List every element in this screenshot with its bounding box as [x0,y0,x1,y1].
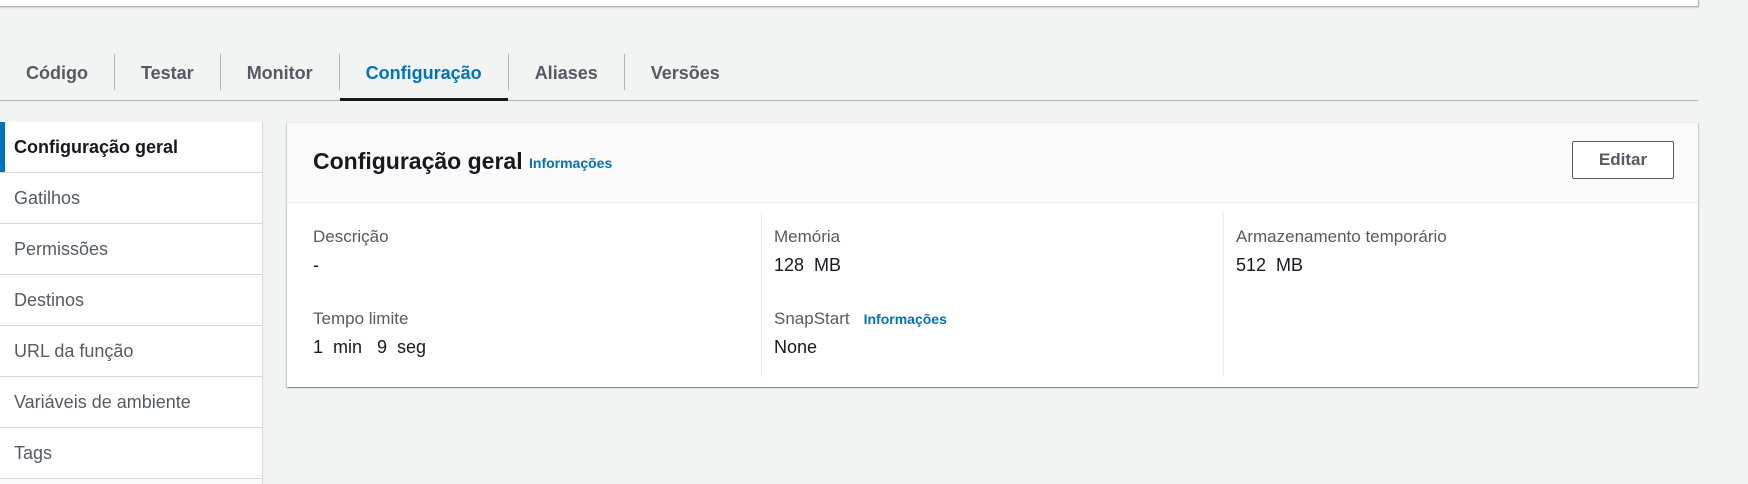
tab-bar: Código Testar Monitor Configuração Alias… [0,46,1698,101]
tab-monitor[interactable]: Monitor [221,46,339,100]
lambda-configuration-page: Código Testar Monitor Configuração Alias… [0,0,1748,484]
sidenav-item-tags[interactable]: Tags [0,428,262,479]
tab-aliases[interactable]: Aliases [509,46,624,100]
card-body: Descrição - Tempo limite 1 min 9 seg Mem… [287,203,1698,387]
description-field: Descrição - [313,227,389,276]
description-label: Descrição [313,227,389,246]
tab-versions[interactable]: Versões [625,46,746,100]
tab-code[interactable]: Código [0,46,114,100]
memory-label: Memória [774,227,841,246]
column-2: Memória 128 MB SnapStart Informações Non… [761,211,1208,377]
card-info-link[interactable]: Informações [529,155,612,171]
ephemeral-storage-label: Armazenamento temporário [1236,227,1447,246]
snapstart-value: None [774,337,818,357]
column-1: Descrição - Tempo limite 1 min 9 seg [313,211,747,377]
sidenav-item-general-configuration[interactable]: Configuração geral [0,122,262,173]
general-configuration-card: Configuração geral Informações Editar De… [287,122,1698,387]
snapstart-info-link[interactable]: Informações [864,311,947,327]
card-title: Configuração geral [313,148,523,174]
timeout-field: Tempo limite 1 min 9 seg [313,309,426,358]
sidenav-item-destinations[interactable]: Destinos [0,275,262,326]
sidenav-item-function-url[interactable]: URL da função [0,326,262,377]
snapstart-field: SnapStart Informações None [774,309,947,358]
edit-button[interactable]: Editar [1572,141,1674,179]
ephemeral-storage-value: 512 MB [1236,255,1304,275]
sidenav-item-triggers[interactable]: Gatilhos [0,173,262,224]
timeout-label: Tempo limite [313,309,409,328]
timeout-value: 1 min 9 seg [313,337,427,357]
snapstart-label-row: SnapStart Informações [774,309,947,329]
config-side-navigation: Configuração geral Gatilhos Permissões D… [0,122,263,484]
column-3: Armazenamento temporário 512 MB [1223,211,1670,377]
description-value: - [313,255,319,275]
memory-value: 128 MB [774,255,842,275]
top-panel [0,0,1699,7]
ephemeral-storage-field: Armazenamento temporário 512 MB [1236,227,1447,276]
tab-configuration[interactable]: Configuração [339,46,508,101]
tab-test[interactable]: Testar [115,46,220,100]
memory-field: Memória 128 MB [774,227,841,276]
snapstart-label: SnapStart [774,309,850,328]
sidenav-item-permissions[interactable]: Permissões [0,224,262,275]
card-header: Configuração geral Informações Editar [287,123,1698,203]
sidenav-item-environment-variables[interactable]: Variáveis de ambiente [0,377,262,428]
